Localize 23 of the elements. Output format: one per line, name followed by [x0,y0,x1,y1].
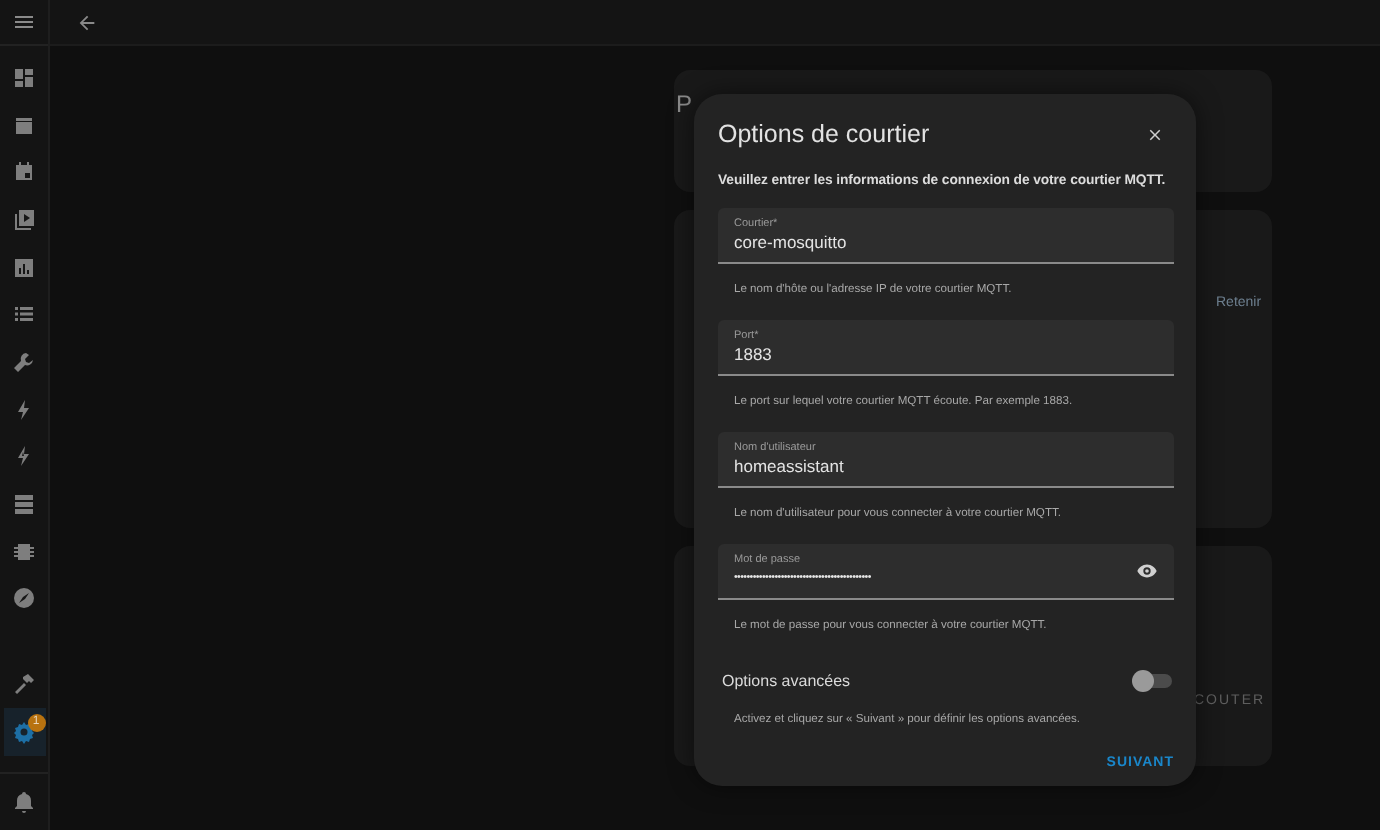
chip-icon[interactable] [12,539,36,564]
field-value: core-mosquitto [734,231,847,253]
field-value: 1883 [734,343,772,365]
dialog-title: Options de courtier [718,120,930,148]
calendar-icon[interactable] [12,160,36,185]
compass-icon[interactable] [12,586,36,611]
card-title: P [674,88,694,118]
toggle-label: Options avancées [722,672,851,690]
list-icon[interactable] [12,302,36,327]
dashboard-icon[interactable] [12,65,36,90]
server-icon[interactable] [12,492,36,517]
store-icon[interactable] [12,113,36,138]
field-value: homeassistant [734,455,844,477]
media-icon[interactable] [12,207,36,232]
menu-icon[interactable] [12,10,36,34]
eye-icon[interactable] [1136,560,1158,582]
close-icon[interactable] [1145,125,1163,143]
back-arrow-icon[interactable] [76,11,98,33]
hammer-icon[interactable] [12,672,36,697]
toggle-switch[interactable] [1136,674,1172,688]
chart-icon[interactable] [12,255,36,280]
bell-icon[interactable] [12,790,36,814]
wrench-icon[interactable] [12,349,36,374]
